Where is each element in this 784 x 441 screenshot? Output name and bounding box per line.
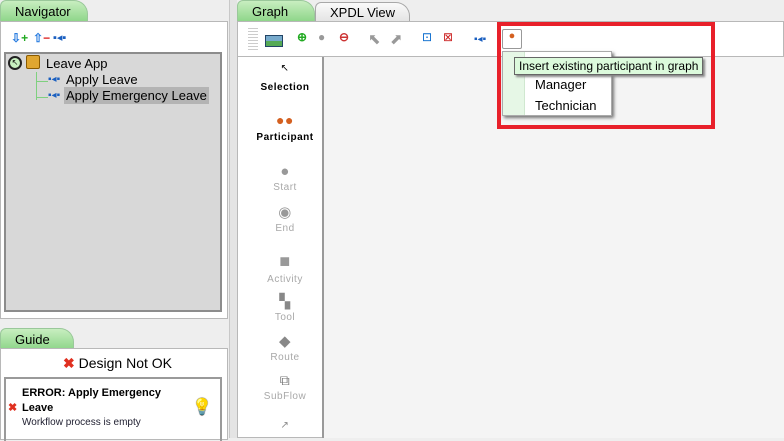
error-icon: ✖: [8, 402, 18, 414]
redo-icon[interactable]: ⬈: [390, 30, 408, 48]
guide-panel: ✖ Design Not OK ✖ ERROR: Apply Emergency…: [0, 348, 228, 441]
palette-transition[interactable]: ↗: [248, 420, 322, 431]
palette-start[interactable]: ● Start: [248, 163, 322, 193]
palette-end[interactable]: ◉ End: [248, 203, 322, 234]
tree-item-root[interactable]: Leave App: [46, 56, 107, 71]
process-tree-icon[interactable]: ▪◂▪: [53, 31, 66, 44]
tab-label: Navigator: [15, 4, 71, 19]
cursor-icon: ↖: [280, 63, 290, 74]
tree-item-apply-leave[interactable]: Apply Leave: [66, 72, 138, 87]
tab-xpdl-view[interactable]: XPDL View: [315, 2, 410, 21]
end-icon: ◉: [278, 204, 292, 221]
toolbar-grip[interactable]: [248, 28, 258, 50]
activity-icon: ■: [279, 251, 291, 271]
subflow-icon: ⧉: [279, 372, 291, 388]
palette-subflow[interactable]: ⧉ SubFlow: [248, 372, 322, 402]
palette-label: Participant: [256, 132, 314, 143]
palette-label: End: [275, 223, 295, 234]
tab-navigator[interactable]: Navigator: [0, 0, 88, 21]
palette-label: Start: [273, 182, 297, 193]
tab-label: Graph: [252, 4, 289, 19]
palette-label: Tool: [274, 312, 296, 323]
collapse-all-icon[interactable]: ⇧−: [33, 31, 50, 45]
palette-label: Selection: [260, 82, 310, 93]
palette-tool[interactable]: ▚ Tool: [248, 293, 322, 323]
undo-icon[interactable]: ⬉: [368, 30, 386, 48]
palette-activity[interactable]: ■ Activity: [248, 251, 322, 285]
error-box: ✖ ERROR: Apply Emergency Leave Workflow …: [4, 377, 222, 441]
error-message: Workflow process is empty: [22, 417, 141, 428]
tab-graph[interactable]: Graph: [237, 0, 315, 21]
status-text: Design Not OK: [78, 355, 172, 371]
start-icon: ●: [280, 163, 290, 180]
app-cube-icon: [26, 55, 40, 69]
disconnect-icon[interactable]: ⊠: [443, 30, 461, 48]
image-icon[interactable]: [265, 35, 283, 47]
highlight-box: [497, 22, 715, 129]
tab-guide[interactable]: Guide: [0, 328, 74, 349]
design-status: ✖ Design Not OK: [63, 355, 172, 372]
palette-route[interactable]: ◆ Route: [248, 332, 322, 363]
tab-label: Guide: [15, 332, 50, 347]
error-title: ERROR: Apply Emergency Leave: [22, 387, 161, 414]
package-icon: ↖: [8, 56, 22, 70]
palette-label: SubFlow: [263, 391, 307, 402]
palette-selection[interactable]: ↖ Selection: [248, 63, 322, 93]
process-icon: ▪◂▪: [48, 90, 61, 101]
palette-participant[interactable]: ●● Participant: [248, 112, 322, 143]
zoom-out-icon[interactable]: ⊖: [339, 30, 357, 48]
participant-icon: ●●: [276, 112, 294, 128]
navigator-tree: ↖ Leave App ▪◂▪ Apply Leave ▪◂▪ Apply Em…: [4, 52, 222, 312]
palette-label: Activity: [267, 274, 303, 285]
zoom-in-icon[interactable]: ⊕: [297, 30, 315, 48]
tab-label: XPDL View: [330, 5, 396, 20]
split-divider[interactable]: [229, 0, 237, 438]
lightbulb-icon: 💡: [192, 399, 212, 416]
transition-icon: ↗: [280, 420, 290, 431]
zoom-actual-icon[interactable]: ●: [318, 30, 336, 48]
error-icon: ✖: [63, 355, 75, 371]
tool-icon: ▚: [279, 293, 291, 309]
palette-label: Route: [270, 352, 300, 363]
connect-icon[interactable]: ⊡: [422, 30, 440, 48]
process-icon: ▪◂▪: [48, 74, 61, 85]
expand-all-icon[interactable]: ⇩+: [11, 31, 28, 45]
subprocess-icon[interactable]: ▪◂▪: [474, 34, 492, 52]
route-icon: ◆: [278, 333, 292, 350]
tree-item-apply-emergency-leave[interactable]: Apply Emergency Leave: [64, 87, 209, 104]
